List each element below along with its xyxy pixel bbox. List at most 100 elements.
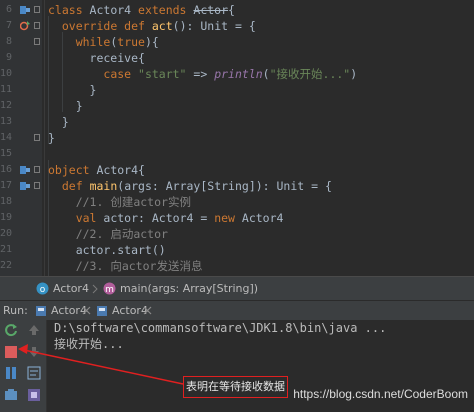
code-token: (args: Array[String]): Unit = { <box>117 179 332 193</box>
code-line[interactable]: 13 } <box>0 114 474 130</box>
code-line[interactable]: 21 actor.start() <box>0 242 474 258</box>
code-token: Actor <box>193 3 229 17</box>
fold-marker-icon[interactable] <box>34 182 40 189</box>
code-text: } <box>48 114 69 130</box>
code-token: //1. 创建actor实例 <box>75 195 191 209</box>
code-line[interactable]: 19 val actor: Actor4 = new Actor4 <box>0 210 474 226</box>
code-token: act <box>151 19 173 33</box>
watermark: https://blog.csdn.net/CoderBoom <box>293 387 468 401</box>
code-token: ){ <box>144 35 159 49</box>
run-gutter-icon[interactable] <box>20 5 30 15</box>
code-token: new <box>214 211 242 225</box>
code-token: (): Unit = { <box>172 19 256 33</box>
code-line[interactable]: 18 //1. 创建actor实例 <box>0 194 474 210</box>
fold-marker-icon[interactable] <box>34 166 40 173</box>
code-line[interactable]: 14} <box>0 130 474 146</box>
class-icon: o <box>36 282 49 295</box>
code-line[interactable]: 20 //2. 启动actor <box>0 226 474 242</box>
dump-threads-icon[interactable] <box>4 388 18 402</box>
code-token: //3. 向actor发送消息 <box>75 259 203 273</box>
code-text: } <box>48 98 83 114</box>
fold-marker-icon[interactable] <box>34 38 40 45</box>
code-token: receive{ <box>48 51 145 65</box>
code-token: "接收开始..." <box>269 67 351 81</box>
code-text: val actor: Actor4 = new Actor4 <box>48 210 284 226</box>
code-token: ) <box>350 67 358 81</box>
breadcrumb-item-method[interactable]: main(args: Array[String]) <box>120 277 258 300</box>
fold-marker-icon[interactable] <box>34 6 40 13</box>
run-gutter-icon[interactable] <box>20 165 30 175</box>
code-token: class <box>48 3 90 17</box>
code-token: Actor4 <box>241 211 284 225</box>
fold-marker-icon[interactable] <box>34 22 40 29</box>
code-token: true <box>117 35 145 49</box>
line-number: 18 <box>0 196 13 207</box>
code-line[interactable]: 15 <box>0 146 474 162</box>
line-number: 16 <box>0 164 13 175</box>
run-config-icon <box>97 306 107 316</box>
run-config-icon <box>36 306 46 316</box>
override-icon[interactable] <box>20 21 30 31</box>
console-output-line: 接收开始... <box>54 337 124 351</box>
line-number: 9 <box>5 52 12 63</box>
code-line[interactable]: 6 class Actor4 extends Actor{ <box>0 2 474 18</box>
code-token: object <box>48 163 97 177</box>
code-line[interactable]: 22 //3. 向actor发送消息 <box>0 258 474 274</box>
method-icon: m <box>103 282 116 295</box>
code-editor[interactable]: 6 class Actor4 extends Actor{7 override d… <box>0 0 474 335</box>
code-token: } <box>48 131 55 145</box>
code-text: receive{ <box>48 50 145 66</box>
line-number: 14 <box>0 132 13 143</box>
code-line[interactable]: 7 override def act(): Unit = { <box>0 18 474 34</box>
code-text: object Actor4{ <box>48 162 145 178</box>
close-icon[interactable] <box>143 306 152 315</box>
breadcrumb-bar: o Actor4 m main(args: Array[String]) <box>0 276 474 300</box>
code-line[interactable]: 17 def main(args: Array[String]): Unit =… <box>0 178 474 194</box>
code-token: actor: Actor4 = <box>103 211 215 225</box>
fold-marker-icon[interactable] <box>34 134 40 141</box>
line-number: 8 <box>5 36 12 47</box>
svg-text:m: m <box>105 285 114 295</box>
close-icon[interactable] <box>82 306 91 315</box>
code-token: case <box>103 67 139 81</box>
code-line[interactable]: 11 } <box>0 82 474 98</box>
code-text: case "start" => println("接收开始...") <box>48 66 357 82</box>
rerun-icon[interactable] <box>4 323 18 337</box>
code-line[interactable]: 9 receive{ <box>0 50 474 66</box>
stop-icon[interactable] <box>4 345 18 359</box>
arrow-up-icon[interactable] <box>27 323 41 337</box>
code-token: "start" <box>138 67 187 81</box>
code-line[interactable]: 12 } <box>0 98 474 114</box>
code-text: } <box>48 130 55 146</box>
code-line[interactable]: 16 object Actor4{ <box>0 162 474 178</box>
line-number: 7 <box>5 20 12 31</box>
chevron-right-icon <box>92 284 98 294</box>
code-line[interactable]: 10 case "start" => println("接收开始...") <box>0 66 474 82</box>
code-token: extends <box>138 3 194 17</box>
line-number: 10 <box>0 68 13 79</box>
code-text: } <box>48 82 97 98</box>
run-gutter-icon[interactable] <box>20 181 30 191</box>
code-token: //2. 启动actor <box>75 227 168 241</box>
code-token: => <box>186 67 215 81</box>
code-token: actor.start() <box>48 243 166 257</box>
code-text: while(true){ <box>48 34 159 50</box>
code-line[interactable]: 8 while(true){ <box>0 34 474 50</box>
print-icon[interactable] <box>27 388 41 402</box>
line-number: 13 <box>0 116 13 127</box>
code-token: println <box>214 67 263 81</box>
arrow-down-icon[interactable] <box>27 345 41 359</box>
soft-wrap-icon[interactable] <box>27 366 41 380</box>
pause-icon[interactable] <box>4 366 18 380</box>
code-text: //3. 向actor发送消息 <box>48 258 203 274</box>
run-tool-window-header: Run: Actor4 Actor4 <box>0 300 474 320</box>
breadcrumb-item-class[interactable]: Actor4 <box>53 277 89 300</box>
code-token: } <box>48 99 83 113</box>
line-number: 11 <box>0 84 13 95</box>
code-text: class Actor4 extends Actor{ <box>48 2 235 18</box>
